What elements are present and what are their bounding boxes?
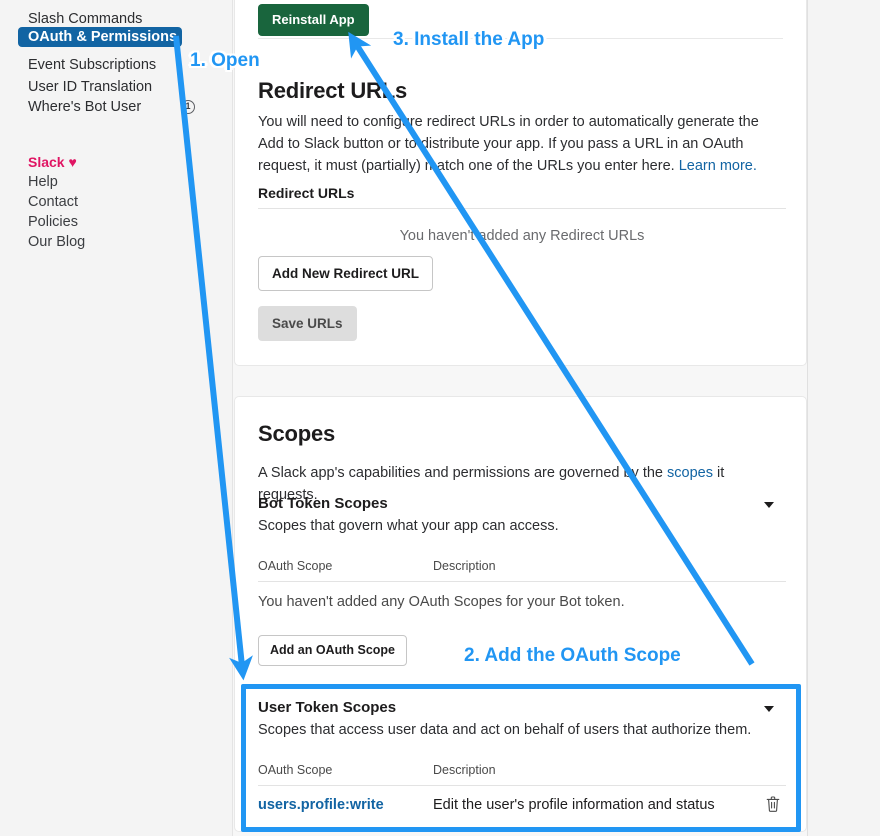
bot-scopes-col-header-scope: OAuth Scope [258,559,333,573]
redirect-urls-card: Redirect URLs You will need to configure… [234,38,807,366]
scopes-description-pre: A Slack app's capabilities and permissio… [258,465,668,481]
scopes-heading: Scopes [258,421,336,446]
bot-scopes-table-divider [258,581,786,582]
user-token-scopes-desc: Scopes that access user data and act on … [258,722,752,738]
user-scopes-table-divider [258,785,786,786]
slack-brand-link[interactable]: Slack ♥ [28,152,223,172]
redirect-urls-empty-note: You haven't added any Redirect URLs [399,228,645,244]
sidebar-item-label: Event Subscriptions [28,57,157,73]
redirect-urls-divider [258,208,786,209]
scope-name-link[interactable]: users.profile:write [258,797,384,813]
add-an-oauth-scope-button[interactable]: Add an OAuth Scope [258,635,407,666]
trash-icon[interactable] [765,795,781,818]
scopes-card: Scopes A Slack app's capabilities and pe… [234,396,807,832]
sidebar-footer: Slack ♥ Help Contact Policies Our Blog [0,152,233,252]
bot-token-scopes-title: Bot Token Scopes [258,495,388,512]
footer-link-our-blog[interactable]: Our Blog [28,232,223,252]
reinstall-app-button[interactable]: Reinstall App [258,4,369,36]
bot-token-scopes-desc: Scopes that govern what your app can acc… [258,518,559,534]
bot-scopes-empty-note: You haven't added any OAuth Scopes for y… [258,594,625,610]
footer-link-help[interactable]: Help [28,172,223,192]
table-row: users.profile:write Edit the user's prof… [258,793,786,831]
sidebar-item-oauth-permissions[interactable]: OAuth & Permissions [18,27,182,47]
app-root: Slash Commands OAuth & Permissions Event… [0,0,880,836]
bot-user-count-badge: 1 [181,100,195,114]
sidebar-item-label: User ID Translation [28,79,153,95]
user-scopes-row-bottom-divider [258,831,786,832]
chevron-down-icon-user-scopes[interactable] [764,706,774,712]
main-content: Reinstall App Redirect URLs You will nee… [233,0,880,836]
save-urls-button[interactable]: Save URLs [258,306,357,341]
chevron-down-icon-bot-scopes[interactable] [764,502,774,508]
sidebar-item-label: Where's Bot User [28,99,142,115]
bot-scopes-col-header-description: Description [433,559,496,573]
redirect-urls-description: You will need to configure redirect URLs… [258,111,786,177]
footer-link-contact[interactable]: Contact [28,192,223,212]
redirect-urls-heading: Redirect URLs [258,78,407,103]
sidebar-item-label: OAuth & Permissions [28,29,178,45]
redirect-urls-sub-label: Redirect URLs [258,185,355,201]
footer-link-policies[interactable]: Policies [28,212,223,232]
sidebar-item-label: Slash Commands [28,11,143,27]
user-token-scopes-title: User Token Scopes [258,699,397,716]
user-scopes-col-header-description: Description [433,763,496,777]
page-right-gutter [807,0,880,836]
user-scopes-col-header-scope: OAuth Scope [258,763,333,777]
sidebar-item-wheres-bot-user[interactable]: Where's Bot User 1 [18,97,205,117]
card-top-divider [258,38,783,39]
scopes-doc-link[interactable]: scopes [667,465,713,481]
add-new-redirect-url-button[interactable]: Add New Redirect URL [258,256,434,291]
sidebar: Slash Commands OAuth & Permissions Event… [0,0,233,836]
app-action-bar: Reinstall App [234,0,807,38]
learn-more-link[interactable]: Learn more. [679,158,757,174]
scope-description: Edit the user's profile information and … [433,797,715,813]
